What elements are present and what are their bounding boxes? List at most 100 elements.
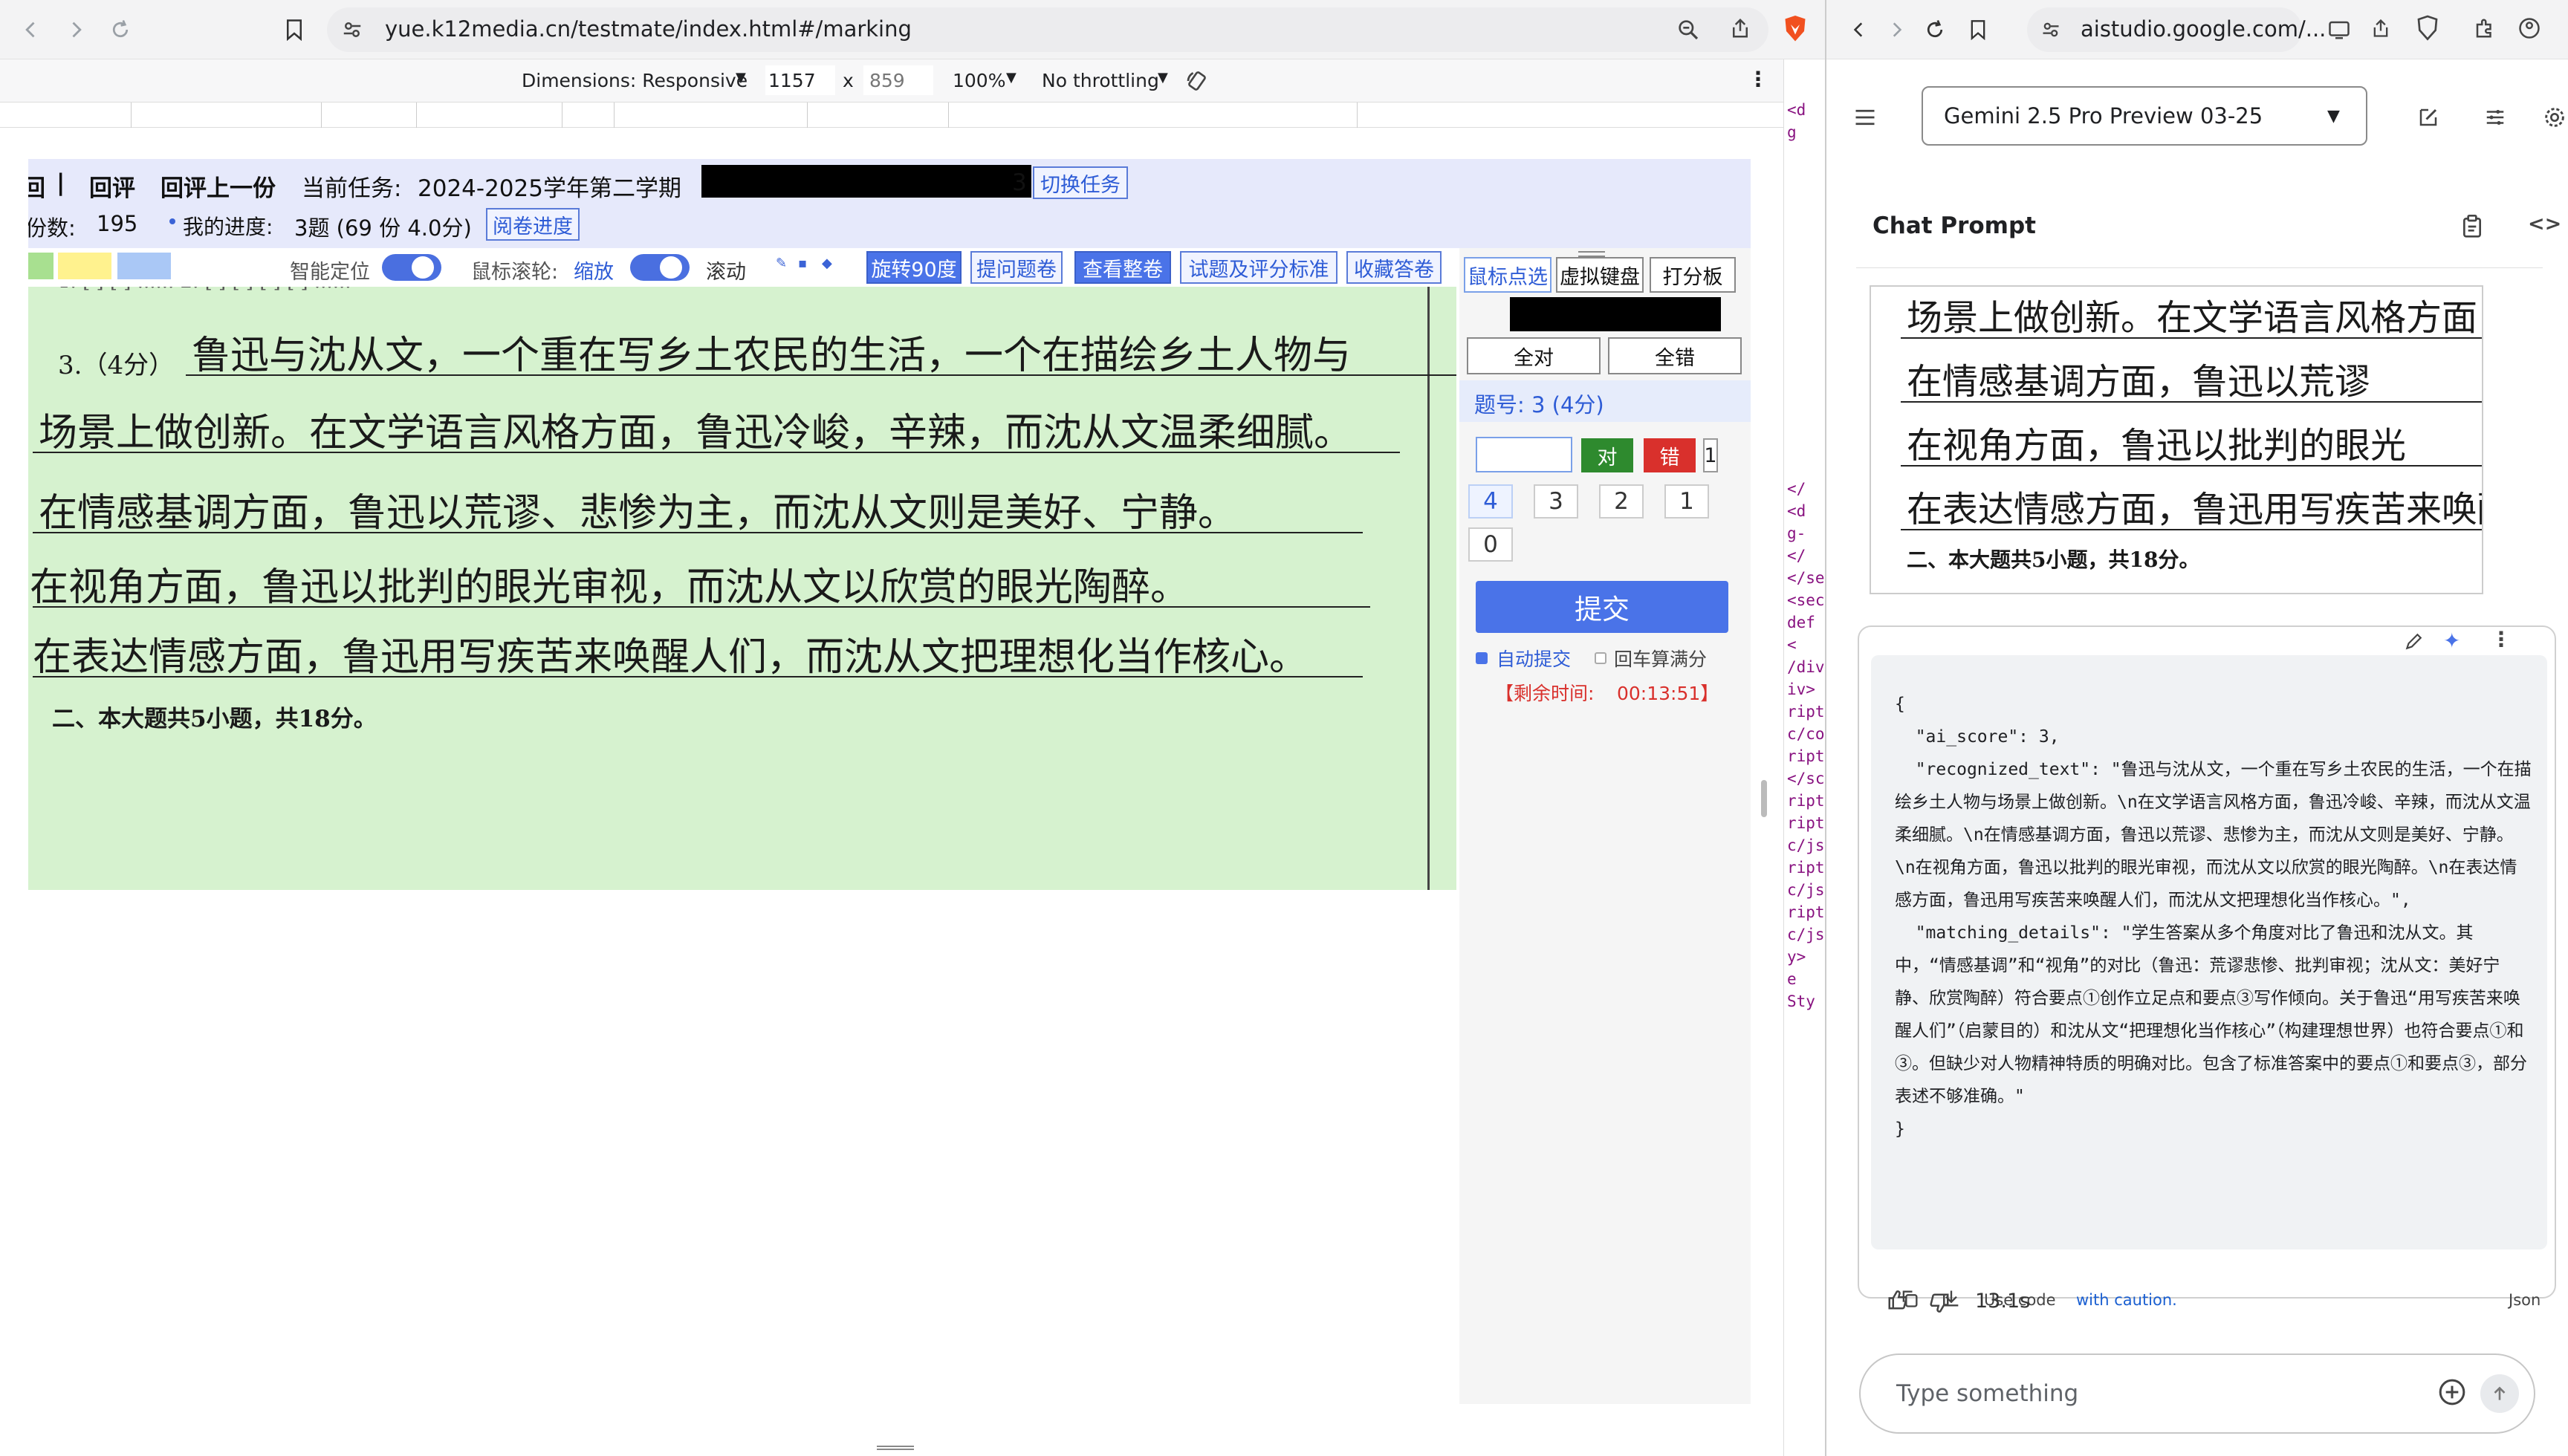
back-icon[interactable] [15,13,48,46]
half-score-button[interactable]: 1 [1703,438,1718,472]
review-link[interactable]: 回评 [89,169,135,203]
smart-locate-toggle[interactable] [382,254,441,281]
tab-scoreboard[interactable]: 打分板 [1650,257,1736,293]
switch-task-button[interactable]: 切换任务 [1033,166,1128,199]
all-right-button[interactable]: 全对 [1467,337,1601,374]
tab-virtual-keyboard[interactable]: 虚拟键盘 [1556,257,1644,293]
dimensions-select[interactable]: Dimensions: Responsive [522,70,748,91]
share-icon[interactable] [1727,15,1754,42]
bottom-resize-handle[interactable] [877,1446,914,1450]
question-label: 题号: 3 (4分) [1474,392,1604,417]
standard-button[interactable]: 试题及评分标准 [1180,251,1338,284]
question-paper-button[interactable]: 提问题卷 [970,251,1063,284]
site-settings-icon[interactable] [2039,18,2063,42]
zoom-select[interactable]: 100% [953,70,1005,91]
device-toolbar: Dimensions: Responsive ▼ 1157 x 859 100%… [0,59,1783,103]
preview-line: 在表达情感方面，鲁迅用写疾苦来唤醒人们 [1907,489,2482,530]
chat-title: Chat Prompt [1872,212,2036,239]
devtools-elements-strip: <d g </ <d g- </ </se <sec def < /div> iv> ript c/cor… [1783,59,1825,1456]
uploaded-image-preview[interactable]: 场景上做创新。在文学语言风格方面 在情感基调方面，鲁迅以荒谬 在视角方面，鲁迅以批判… [1870,285,2483,594]
more-options-icon[interactable]: ⋮ [1748,67,1768,91]
back-icon[interactable] [1843,13,1875,46]
extensions-icon[interactable] [2471,15,2498,42]
view-full-paper-button[interactable]: 查看整卷 [1074,251,1171,284]
throttling-select[interactable]: No throttling [1042,70,1159,91]
share-icon[interactable] [2367,15,2394,42]
resize-handle[interactable] [1761,780,1767,817]
profile-icon[interactable] [2516,15,2543,42]
prompt-input[interactable]: Type something [1896,1380,2078,1407]
caret-down-icon: ▼ [1158,70,1168,85]
bookmark-icon[interactable] [1962,13,1994,46]
bookmark-icon[interactable] [278,13,311,46]
sparkle-icon[interactable]: ✦ [2443,628,2460,653]
answer-image[interactable]: 1. [ ] [ ] ...... 2. [ ] [ ] [ ] [ ] ...… [28,287,1456,890]
code-language: Json [2509,1291,2541,1309]
rotate-device-icon[interactable] [1183,67,1211,95]
reload-icon[interactable] [104,13,137,46]
enter-full-checkbox[interactable] [1595,652,1606,664]
review-prev-link[interactable]: 回评上一份 [160,169,276,203]
wheel-mode-toggle[interactable] [630,254,690,281]
comment-icon[interactable]: ▪ [798,256,807,271]
settings-icon[interactable] [2540,103,2568,132]
zoom-mode-label[interactable]: 缩放 [574,256,614,285]
all-wrong-button[interactable]: 全错 [1608,337,1742,374]
forward-icon[interactable] [59,13,92,46]
reload-icon[interactable] [1919,13,1951,46]
caution-link[interactable]: with caution. [2076,1291,2177,1309]
color-swatch-blue[interactable] [117,253,171,279]
thumbs-down-icon[interactable] [1925,1288,1954,1318]
devtools-code-line: c/js/ [1787,926,1825,943]
brave-shield-icon[interactable] [1780,13,1810,45]
rotate-button[interactable]: 旋转90度 [866,251,962,284]
brave-shield-icon[interactable] [2413,13,2442,43]
left-browser-toolbar: yue.k12media.cn/testmate/index.html#/mar… [0,0,1825,59]
header-separator: | [56,169,65,196]
pen-icon[interactable]: ✎ [776,256,787,271]
dimension-times: x [843,70,854,91]
model-select[interactable]: Gemini 2.5 Pro Preview 03-25 ▼ [1922,86,2367,146]
tab-mouse-select[interactable]: 鼠标点选 [1464,257,1552,293]
score-option-zero[interactable]: 0 [1468,527,1513,562]
devtools-code-line: ript [1787,703,1825,721]
scroll-mode-label[interactable]: 滚动 [706,256,746,285]
submit-button[interactable]: 提交 [1476,581,1728,633]
color-swatch-yellow[interactable] [58,253,111,279]
send-button[interactable] [2480,1374,2519,1413]
score-option[interactable]: 1 [1664,484,1709,519]
wrong-button[interactable]: 错 [1644,438,1696,472]
auto-submit-checkbox[interactable] [1476,652,1488,664]
score-option[interactable]: 3 [1534,484,1578,519]
score-option[interactable]: 4 [1468,484,1513,519]
progress-button[interactable]: 阅卷进度 [486,208,580,241]
add-icon[interactable] [2436,1376,2468,1408]
edit-icon[interactable] [2399,627,2428,657]
caret-down-icon: ▼ [2327,107,2340,126]
color-swatch-green[interactable] [28,253,54,279]
height-input[interactable]: 859 [863,65,933,95]
score-option[interactable]: 2 [1599,484,1644,519]
favorite-button[interactable]: 收藏答卷 [1346,251,1442,284]
code-icon[interactable]: <> [2528,212,2561,235]
tune-icon[interactable] [2480,103,2510,132]
edit-icon[interactable] [2413,103,2443,132]
url-text: aistudio.google.com/... [2081,16,2327,42]
marking-header: 回 | 回评 回评上一份 当前任务: 2024-2025学年第二学期 3 切换任… [28,159,1751,248]
thumbs-up-icon[interactable] [1883,1285,1913,1315]
enter-full-label: 回车算满分 [1614,649,1708,670]
eraser-icon[interactable]: ◆ [822,256,832,271]
marking-page: 回 | 回评 回评上一份 当前任务: 2024-2025学年第二学期 3 切换任… [28,159,1751,1404]
clipboard-icon[interactable] [2458,212,2486,241]
width-input[interactable]: 1157 [765,65,835,95]
zoom-icon[interactable] [1675,16,1702,43]
more-options-icon[interactable]: ⋮ [2491,627,2512,651]
right-button[interactable]: 对 [1581,438,1633,472]
menu-icon[interactable] [1850,103,1880,132]
score-input[interactable] [1476,437,1572,472]
cast-icon[interactable] [2326,16,2353,43]
devtools-code-line: ript [1787,814,1825,832]
forward-icon[interactable] [1880,13,1913,46]
url-text: yue.k12media.cn/testmate/index.html#/mar… [385,16,912,42]
site-settings-icon[interactable] [340,18,364,42]
